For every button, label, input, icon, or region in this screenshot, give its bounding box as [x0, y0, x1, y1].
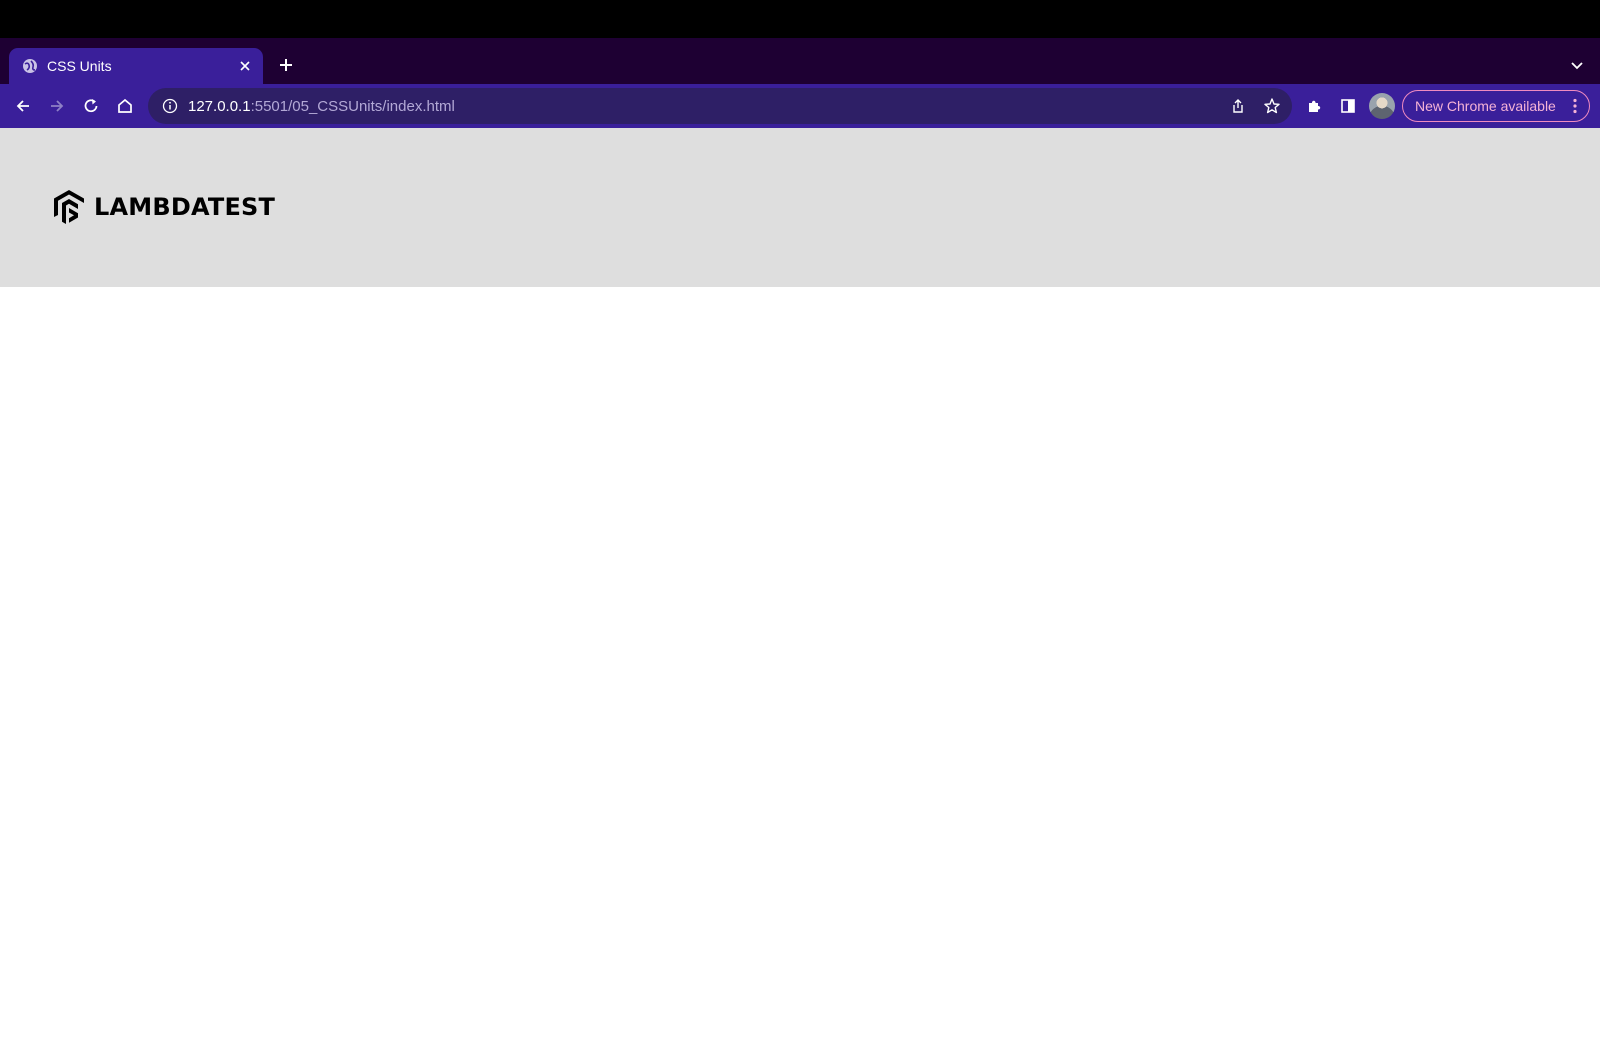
new-chrome-available-button[interactable]: New Chrome available [1402, 90, 1590, 122]
chevron-down-icon[interactable] [1564, 52, 1590, 78]
os-top-bar [0, 0, 1600, 38]
info-icon[interactable] [160, 96, 180, 116]
kebab-menu-icon[interactable] [1565, 98, 1585, 114]
tab-strip: CSS Units [0, 38, 1600, 84]
home-icon[interactable] [111, 92, 139, 120]
forward-arrow-icon[interactable] [43, 92, 71, 120]
globe-icon [22, 58, 38, 74]
logo-wordmark: LAMBDATEST [94, 193, 276, 221]
lambdatest-logo-icon [54, 190, 84, 224]
address-bar[interactable]: 127.0.0.1:5501/05_CSSUnits/index.html [148, 88, 1292, 124]
extensions-puzzle-icon[interactable] [1301, 92, 1329, 120]
url-path: :5501/05_CSSUnits/index.html [250, 97, 455, 115]
lambdatest-logo[interactable]: LAMBDATEST [52, 188, 275, 226]
plus-icon[interactable] [273, 52, 299, 78]
site-header: LAMBDATEST [0, 128, 1600, 287]
close-icon[interactable] [234, 55, 256, 77]
url-text: 127.0.0.1:5501/05_CSSUnits/index.html [188, 98, 1224, 115]
tab-css-units[interactable]: CSS Units [9, 48, 263, 84]
url-host: 127.0.0.1 [188, 97, 251, 115]
page-content [0, 287, 1600, 1039]
reload-icon[interactable] [77, 92, 105, 120]
side-panel-icon[interactable] [1334, 92, 1362, 120]
profile-avatar[interactable] [1369, 93, 1395, 119]
tab-title: CSS Units [47, 58, 112, 74]
share-icon[interactable] [1224, 92, 1252, 120]
star-icon[interactable] [1258, 92, 1286, 120]
browser-toolbar: 127.0.0.1:5501/05_CSSUnits/index.html Ne… [0, 84, 1600, 128]
back-arrow-icon[interactable] [9, 92, 37, 120]
update-label: New Chrome available [1415, 98, 1556, 114]
